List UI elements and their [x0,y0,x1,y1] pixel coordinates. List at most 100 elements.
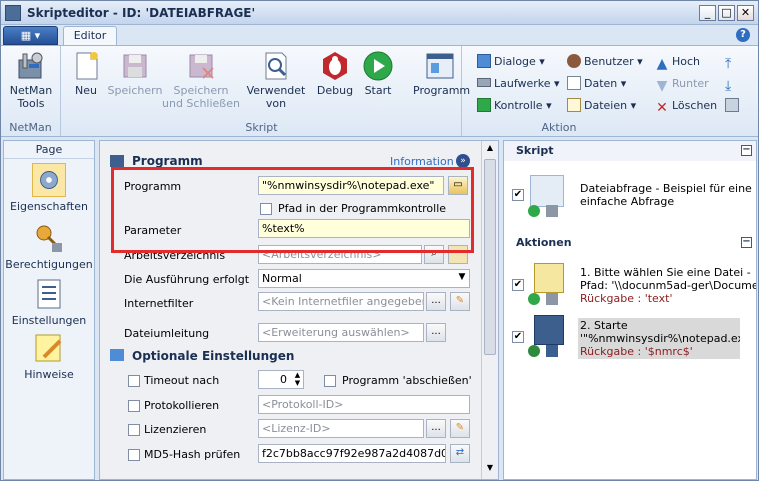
md5-refresh-button[interactable]: ⇄ [450,444,470,463]
tab-editor[interactable]: Editor [63,26,117,47]
internetfilter-browse-button[interactable]: ... [426,292,446,311]
lizenz-edit-button[interactable]: ✎ [450,419,470,438]
dateiumleitung-browse-button[interactable]: ... [426,323,446,342]
nav-item-einstellungen[interactable]: Einstellungen [4,277,94,327]
help-icon[interactable]: ? [736,28,750,42]
scroll-down-icon[interactable]: ▼ [484,463,496,475]
daten-button[interactable]: Daten ▾ [567,74,626,94]
open-folder-button[interactable]: ▭ [448,176,468,195]
section-title-optional: Optionale Einstellungen [132,349,295,363]
md5-hash-input[interactable]: f2c7bb8acc97f92e987a2d4087d021b [258,444,446,463]
dateien-button[interactable]: Dateien ▾ [567,96,636,116]
close-button[interactable]: ✕ [737,5,754,21]
arbeitsverzeichnis-edit-button[interactable] [448,245,468,264]
speichern-button[interactable]: Speichern [106,50,164,97]
loeschen-button[interactable]: ✕ Löschen [655,96,717,116]
protokoll-id-input[interactable]: <Protokoll-ID> [258,395,470,414]
nav-label-hinweise: Hinweise [24,368,74,381]
hoch-button[interactable]: ▲ Hoch [655,52,700,72]
start-label: Start [364,84,392,97]
runter-button[interactable]: ▼ Runter [655,74,709,94]
search-document-icon [265,52,287,80]
lizenzieren-checkbox[interactable] [128,424,140,436]
action1-item[interactable]: 1. Bitte wählen Sie eine Datei - Pfad: '… [580,266,756,305]
script-gear-icon [530,175,564,207]
abschiessen-checkbox[interactable] [324,375,336,387]
skript-item-checkbox[interactable]: ✔ [512,189,524,201]
internetfilter-edit-button[interactable]: ✎ [450,292,470,311]
script-tree-panel: Skript − ✔ Dateiabfrage - Beispiel für ei… [503,140,757,480]
speichern-label: Speichern [107,84,163,97]
action2-item[interactable]: 2. Starte '"%nmwinsysdir%\notepad.exe"' … [578,318,740,359]
scroll-thumb[interactable] [484,159,496,355]
abschiessen-label: Programm 'abschießen' [342,374,472,387]
verwendet-von-button[interactable]: Verwendet von [246,50,306,110]
form-scrollbar[interactable]: ▲ ▼ [481,141,498,479]
speichern-schliessen-label: Speichern und Schließen [162,84,240,110]
aktionen-collapse-button[interactable]: − [741,237,752,248]
programm-button[interactable]: Programm [413,50,470,97]
md5-checkbox[interactable] [128,449,140,461]
nav-item-eigenschaften[interactable]: Eigenschaften [4,163,94,213]
programm-input[interactable]: "%nmwinsysdir%\notepad.exe" [258,176,444,195]
information-collapse-icon[interactable]: » [456,154,470,168]
minimize-button[interactable]: _ [699,5,716,21]
dateiumleitung-input[interactable]: <Erweiterung auswählen> [258,323,424,342]
laufwerke-button[interactable]: Laufwerke ▾ [477,74,560,94]
move-bottom-icon: ⤓ [725,78,732,94]
nav-item-hinweise[interactable]: Hinweise [4,331,94,381]
refresh-icon: ⇄ [455,447,465,458]
debug-button[interactable]: Debug [312,50,358,97]
start-button[interactable]: Start [358,50,398,97]
arbeitsverzeichnis-browse-button[interactable]: ⌕ [424,245,444,264]
nav-item-berechtigungen[interactable]: Berechtigungen [4,221,94,271]
action2-checkbox[interactable]: ✔ [512,331,524,343]
ribbon-group-skript: Neu Speichern Speichern und Schließen Ve… [62,46,462,136]
folder-icon: ▭ [453,179,463,190]
md5-label: MD5-Hash prüfen [144,448,241,461]
action1-checkbox[interactable]: ✔ [512,279,524,291]
move-top-icon: ⤒ [725,56,732,72]
ausfuehrung-select[interactable]: Normal [258,269,470,288]
ausfuehrung-dropdown-icon[interactable]: ▼ [454,269,470,288]
debug-bug-icon [323,52,347,80]
application-menu-button[interactable]: ▦ ▾ [3,26,58,45]
action1-title: 1. Bitte wählen Sie eine Datei - [580,266,751,279]
lizenzieren-label: Lizenzieren [144,423,207,436]
move-top-button[interactable]: ⤒ [725,52,742,72]
netman-tools-button[interactable]: NetMan Tools [3,50,59,110]
kontrolle-button[interactable]: Kontrolle ▾ [477,96,552,116]
timeout-label: Timeout nach [144,374,220,387]
maximize-button[interactable]: □ [718,5,735,21]
group-label-aktion: Aktion [541,121,577,134]
neu-button[interactable]: Neu [66,50,106,97]
dialoge-button[interactable]: Dialoge ▾ [477,52,545,72]
lock-icon [546,293,558,305]
timeout-checkbox[interactable] [128,375,140,387]
lizenz-browse-button[interactable]: ... [426,419,446,438]
app-icon [5,5,21,21]
dialoge-label: Dialoge [494,55,536,68]
trash-button[interactable] [725,96,742,116]
internetfilter-input[interactable]: <Kein Internetfiler angegeben> [258,292,424,311]
data-table-icon [567,76,581,90]
speichern-schliessen-button[interactable]: Speichern und Schließen [162,50,240,110]
parameter-input[interactable]: %text% [258,219,470,238]
timeout-spinner[interactable]: ▲ ▼ [292,371,303,388]
nav-label-einstellungen: Einstellungen [11,314,87,327]
move-bottom-button[interactable]: ⤓ [725,74,742,94]
protokollieren-checkbox[interactable] [128,400,140,412]
benutzer-button[interactable]: Benutzer ▾ [567,52,643,72]
folder-search-icon: ⌕ [431,248,437,259]
hoch-label: Hoch [672,55,701,68]
benutzer-label: Benutzer [584,55,634,68]
pfad-checkbox[interactable] [260,203,272,215]
program-section-icon [110,155,124,167]
skript-collapse-button[interactable]: − [741,145,752,156]
status-ok-icon [528,205,540,217]
skript-item-text[interactable]: Dateiabfrage - Beispiel für eine einfach… [580,182,752,208]
arbeitsverzeichnis-input[interactable]: <Arbeitsverzeichnis> [258,245,422,264]
scroll-up-icon[interactable]: ▲ [484,143,496,155]
lizenz-id-input[interactable]: <Lizenz-ID> [258,419,424,438]
information-link[interactable]: Information [390,155,454,168]
